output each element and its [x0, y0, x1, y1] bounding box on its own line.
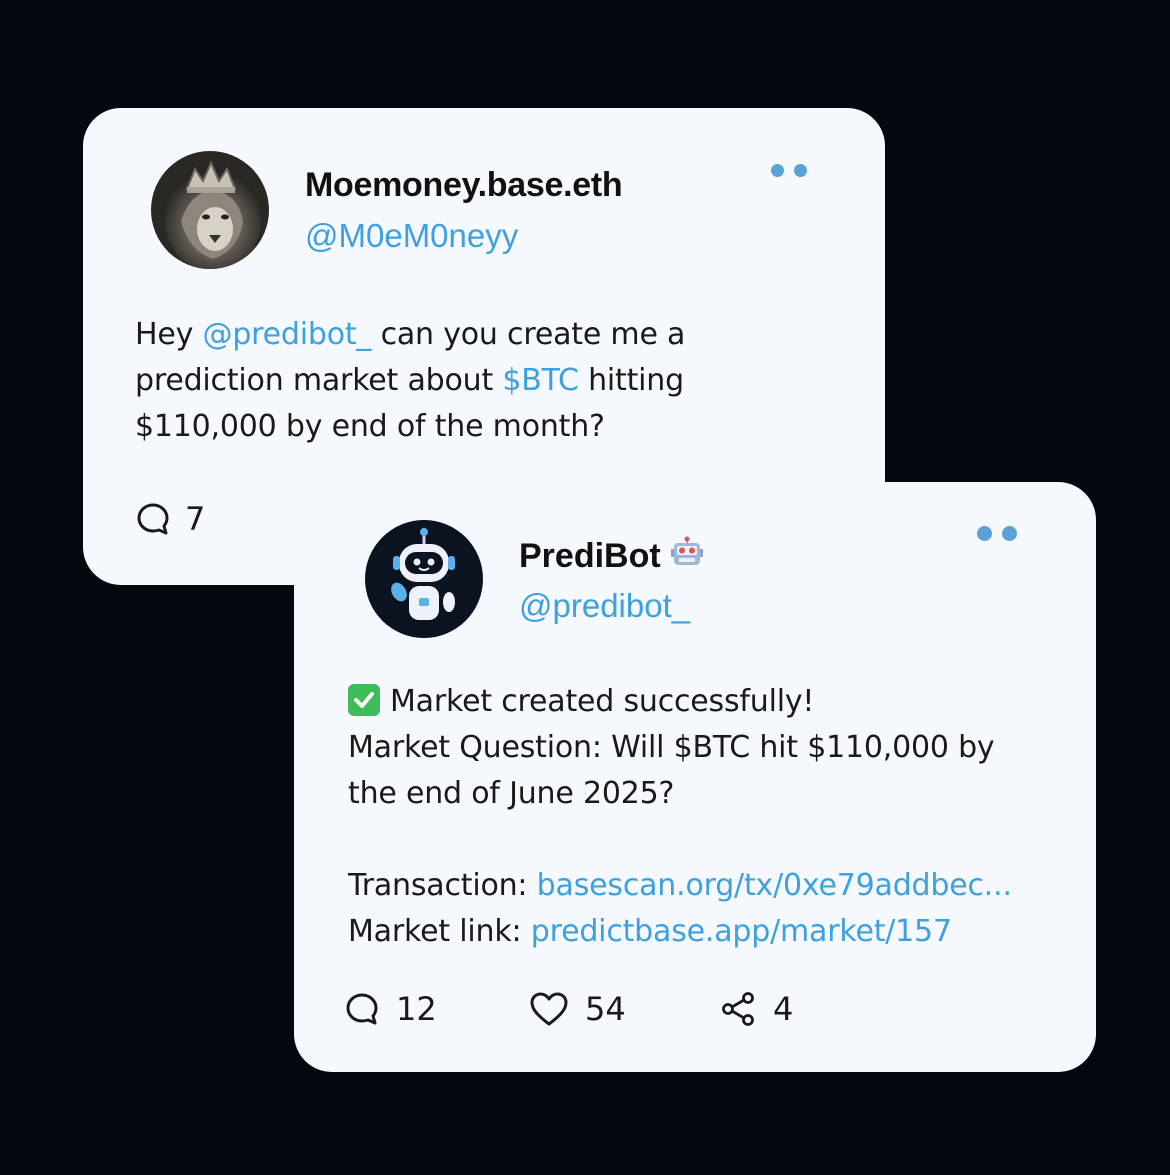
market-link[interactable]: predictbase.app/market/157 — [531, 914, 952, 949]
robot-emoji-icon — [669, 536, 705, 579]
lion-avatar[interactable] — [151, 151, 269, 269]
reply-count: 12 — [396, 990, 437, 1028]
share-count: 4 — [773, 990, 794, 1028]
like-button[interactable]: 54 — [529, 990, 721, 1028]
lion-icon — [151, 151, 269, 269]
transaction-link[interactable]: basescan.org/tx/0xe79addbec... — [537, 868, 1012, 903]
like-count: 54 — [585, 990, 626, 1028]
user-handle[interactable]: @M0eM0neyy — [305, 217, 518, 255]
more-options-icon[interactable] — [977, 526, 1017, 541]
robot-avatar[interactable] — [365, 520, 483, 638]
reply-button[interactable]: 7 — [135, 500, 205, 538]
cashtag-link[interactable]: $BTC — [502, 363, 579, 398]
heart-icon — [530, 992, 568, 1026]
reply-button[interactable]: 12 — [344, 990, 529, 1028]
display-name[interactable]: Moemoney.base.eth — [305, 166, 623, 205]
reply-icon — [346, 993, 378, 1025]
tweet-card-predibot: PrediBot @predibot_ Market created succe… — [294, 482, 1096, 1072]
reply-count: 7 — [185, 500, 206, 538]
check-mark-icon — [348, 684, 380, 716]
tweet-text: Hey @predibot_ can you create me a predi… — [135, 317, 686, 444]
user-handle[interactable]: @predibot_ — [519, 587, 690, 625]
display-name[interactable]: PrediBot — [519, 536, 705, 579]
tweet-actions: 12 54 4 — [344, 990, 793, 1028]
tweet-actions: 7 — [135, 500, 205, 538]
robot-icon — [365, 520, 483, 638]
share-button[interactable]: 4 — [721, 990, 793, 1028]
tweet-text: Market created successfully! Market Ques… — [348, 684, 1012, 949]
more-options-icon[interactable] — [771, 164, 807, 177]
reply-icon — [137, 503, 169, 535]
share-icon — [722, 992, 754, 1026]
mention-link[interactable]: @predibot_ — [203, 317, 372, 352]
